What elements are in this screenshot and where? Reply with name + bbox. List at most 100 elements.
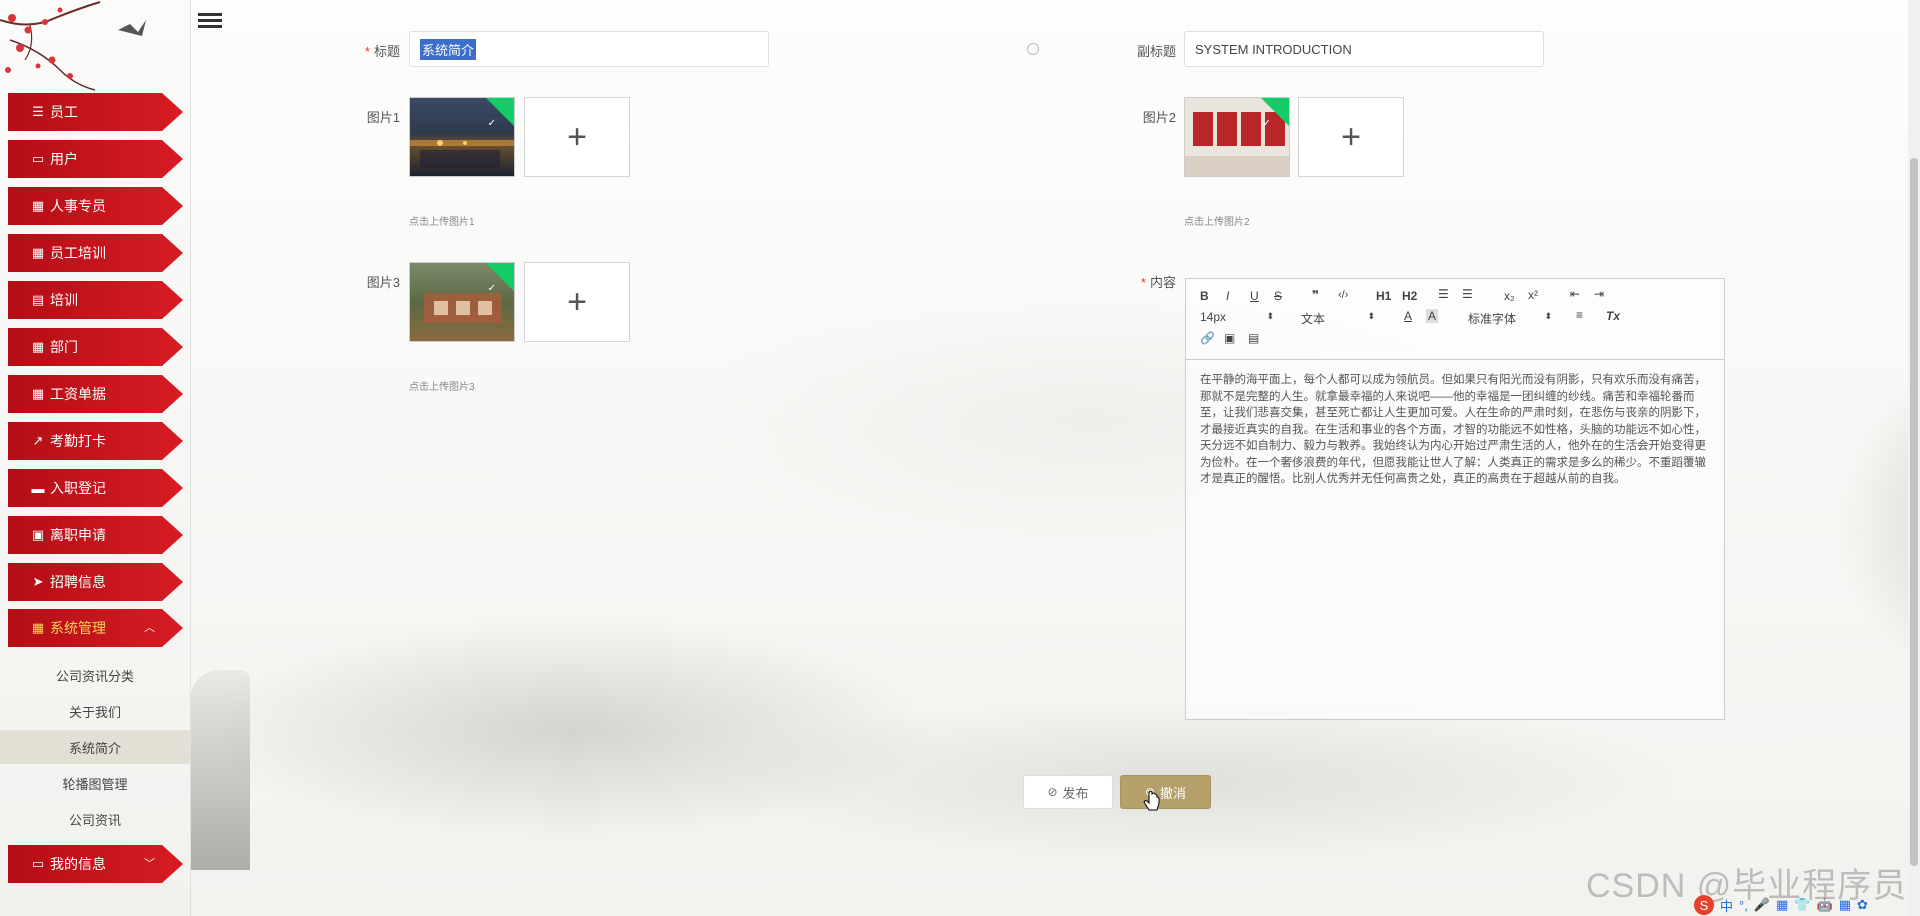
grid-icon: ▦ [31, 620, 45, 635]
hamburger-menu-icon[interactable] [198, 10, 222, 34]
menu-item-label: 员工培训 [50, 245, 106, 261]
chart-icon: ↗ [32, 433, 44, 448]
strikethrough-button[interactable]: S [1274, 289, 1282, 303]
menu-item-label: 入职登记 [50, 480, 106, 496]
italic-button[interactable]: I [1226, 289, 1229, 303]
image1-label: 图片1 [366, 110, 400, 125]
microphone-icon[interactable]: 🎤 [1754, 897, 1770, 913]
align-icon[interactable]: ≡ [1576, 308, 1583, 322]
font-family-select[interactable]: 标准字体 ⬍ [1468, 310, 1552, 327]
submenu-item-system-intro[interactable]: 系统简介 [0, 730, 190, 764]
grid-icon: ▦ [31, 245, 45, 260]
ime-chinese-mode-icon[interactable]: 中 [1720, 896, 1733, 915]
submenu-item-carousel[interactable]: 轮播图管理 [0, 766, 190, 800]
menu-item-my-info[interactable]: ▭ 我的信息 ﹀ [8, 845, 183, 883]
image3-upload-button[interactable]: + [524, 262, 630, 342]
format-value: 文本 [1301, 312, 1326, 326]
outdent-icon[interactable]: ⇤ [1570, 287, 1580, 301]
grid-tool-icon[interactable]: ▦ [1839, 897, 1851, 913]
background-color-icon[interactable]: A [1426, 309, 1439, 323]
font-family-value: 标准字体 [1468, 312, 1517, 326]
menu-item-system-management[interactable]: ▦ 系统管理 ︿ [8, 609, 183, 647]
grid-icon: ▦ [31, 339, 45, 354]
chevron-up-icon: ︿ [144, 622, 155, 634]
image1-upload-button[interactable]: + [524, 97, 630, 177]
blockquote-button[interactable]: ❞ [1312, 288, 1319, 302]
list-icon: ☰ [32, 104, 44, 119]
submenu-item-company-news[interactable]: 公司资讯 [0, 802, 190, 836]
check-circle-icon: ⊘ [1047, 785, 1058, 799]
robot-icon[interactable]: 🤖 [1817, 897, 1833, 913]
image1-thumbnail[interactable]: ✓ [409, 97, 515, 177]
menu-item-label: 系统管理 [50, 620, 106, 636]
punctuation-icon[interactable]: °, [1739, 898, 1748, 913]
font-size-value: 14px [1200, 310, 1227, 324]
scrollbar-thumb[interactable] [1910, 158, 1918, 866]
menu-item-label: 用户 [50, 151, 78, 167]
sogou-logo[interactable]: S [1694, 895, 1714, 915]
required-marker: * [1140, 275, 1146, 290]
bold-button[interactable]: B [1200, 289, 1209, 303]
menu-item-label: 培训 [50, 292, 78, 308]
superscript-button[interactable]: x² [1528, 288, 1538, 302]
menu-item-hr[interactable]: ▦ 人事专员 [8, 187, 183, 225]
title-input[interactable]: 系统简介 [409, 31, 769, 67]
header1-button[interactable]: H1 [1376, 289, 1391, 303]
font-color-icon[interactable]: A [1404, 309, 1412, 323]
monitor-icon: ▭ [31, 151, 45, 166]
menu-item-recruitment[interactable]: ➤ 招聘信息 [8, 563, 183, 601]
image3-label: 图片3 [366, 275, 400, 290]
grid-icon: ▦ [31, 386, 45, 401]
rich-text-editor[interactable]: B I U S ❞ ‹/› H1 H2 ☰ ☰ x₂ x² ⇤ ⇥ 14px ⬍… [1185, 278, 1725, 720]
subtitle-input[interactable]: SYSTEM INTRODUCTION [1184, 31, 1544, 67]
image2-upload-button[interactable]: + [1298, 97, 1404, 177]
format-select[interactable]: 文本 ⬍ [1301, 310, 1375, 327]
ordered-list-icon[interactable]: ☰ [1438, 287, 1449, 301]
indent-icon[interactable]: ⇥ [1594, 287, 1604, 301]
header2-button[interactable]: H2 [1402, 289, 1417, 303]
clear-icon[interactable] [1027, 43, 1039, 55]
publish-button[interactable]: ⊘ 发布 [1023, 775, 1113, 809]
menu-item-user[interactable]: ▭ 用户 [8, 140, 183, 178]
submenu-item-about-us[interactable]: 关于我们 [0, 694, 190, 728]
keyboard-icon[interactable]: ▦ [1776, 897, 1788, 913]
menu-item-staff[interactable]: ☰ 员工 [8, 93, 183, 131]
plum-blossom-logo [0, 1, 146, 91]
editor-toolbar: B I U S ❞ ‹/› H1 H2 ☰ ☰ x₂ x² ⇤ ⇥ 14px ⬍… [1186, 279, 1724, 360]
code-block-button[interactable]: ‹/› [1338, 289, 1348, 301]
title-input-value: 系统简介 [420, 38, 477, 60]
menu-item-department[interactable]: ▦ 部门 [8, 328, 183, 366]
image2-label: 图片2 [1142, 110, 1176, 125]
check-icon: ✓ [1262, 118, 1271, 129]
cancel-button[interactable]: ⊗ 撤消 [1120, 775, 1211, 809]
required-marker: * [364, 44, 370, 59]
menu-item-payroll[interactable]: ▦ 工资单据 [8, 375, 183, 413]
clear-format-button[interactable]: Tx [1606, 309, 1620, 323]
select-caret-icon: ⬍ [1367, 311, 1375, 321]
hand-cursor-icon [1143, 791, 1160, 811]
video-icon[interactable]: ▤ [1248, 331, 1259, 345]
skin-icon[interactable]: 👕 [1794, 897, 1810, 913]
image-icon[interactable]: ▣ [1224, 331, 1235, 345]
menu-item-resignation[interactable]: ▣ 离职申请 [8, 516, 183, 554]
image3-thumbnail[interactable]: ✓ [409, 262, 515, 342]
bullet-list-icon[interactable]: ☰ [1462, 287, 1473, 301]
font-size-select[interactable]: 14px ⬍ [1200, 310, 1274, 324]
menu-item-attendance[interactable]: ↗ 考勤打卡 [8, 422, 183, 460]
settings-icon[interactable]: ✿ [1857, 897, 1868, 913]
chevron-down-icon: ﹀ [144, 858, 155, 870]
subscript-button[interactable]: x₂ [1504, 289, 1515, 303]
menu-item-onboarding[interactable]: ▬ 入职登记 [8, 469, 183, 507]
grid-icon: ▦ [31, 198, 45, 213]
submenu-item-news-category[interactable]: 公司资讯分类 [0, 658, 190, 692]
image1-hint: 点击上传图片1 [409, 217, 475, 228]
menu-item-label: 人事专员 [50, 198, 106, 214]
editor-content[interactable]: 在平静的海平面上，每个人都可以成为领航员。但如果只有阳光而没有阴影，只有欢乐而没… [1186, 360, 1724, 488]
menu-item-label: 招聘信息 [50, 574, 106, 590]
menu-item-label: 考勤打卡 [50, 433, 106, 449]
link-icon[interactable]: 🔗 [1200, 331, 1215, 345]
underline-button[interactable]: U [1250, 289, 1259, 303]
image2-thumbnail[interactable]: ✓ [1184, 97, 1290, 177]
menu-item-staff-training[interactable]: ▦ 员工培训 [8, 234, 183, 272]
menu-item-training[interactable]: ▤ 培训 [8, 281, 183, 319]
